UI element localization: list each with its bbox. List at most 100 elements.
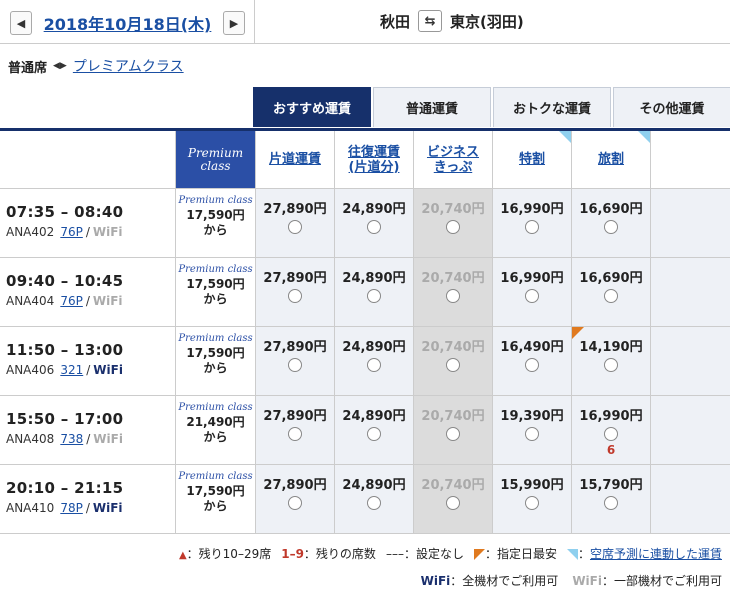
fare-radio[interactable] [288, 358, 302, 372]
header-fare-roundtrip[interactable]: 往復運賃 (片道分) [334, 131, 413, 188]
fare-cell[interactable]: 24,890円 [334, 396, 413, 464]
linked-fare-marker [559, 131, 571, 143]
aircraft-link[interactable]: 76P [60, 294, 83, 308]
fare-price: 24,890円 [342, 340, 406, 355]
fare-radio[interactable] [604, 496, 618, 510]
fare-radio[interactable] [367, 496, 381, 510]
premium-class-logo: Premium class [178, 402, 253, 413]
premium-fare-cell[interactable]: Premium class 17,590円 から [175, 258, 255, 326]
linked-fare-link[interactable]: 空席予測に連動した運賃 [590, 547, 722, 561]
fare-radio[interactable] [446, 220, 460, 234]
fare-radio[interactable] [446, 358, 460, 372]
prev-day-button[interactable]: ◀ [10, 11, 32, 35]
premium-price: 17,590円 [186, 346, 245, 360]
fare-radio[interactable] [367, 220, 381, 234]
fare-cell[interactable]: 20,740円 [413, 258, 492, 326]
wifi-icon: WiFi [92, 294, 123, 308]
row-spacer [650, 327, 730, 395]
fare-price: 16,690円 [579, 271, 643, 286]
header-fare-tabiwari[interactable]: 旅割 [571, 131, 650, 188]
fare-cell[interactable]: 24,890円 [334, 465, 413, 533]
flight-info: 07:35 – 08:40 ANA402 76P / WiFi [0, 189, 175, 257]
fare-radio[interactable] [525, 427, 539, 441]
fare-radio[interactable] [604, 427, 618, 441]
tab-normal[interactable]: 普通運賃 [373, 87, 491, 127]
premium-fare-cell[interactable]: Premium class 17,590円 から [175, 189, 255, 257]
fare-radio[interactable] [604, 220, 618, 234]
fare-cell[interactable]: 20,740円 [413, 396, 492, 464]
fare-table: Premium class 片道運賃 往復運賃 (片道分) ビジネス きっぷ 特割 … [0, 128, 730, 534]
premium-fare-cell[interactable]: Premium class 21,490円 から [175, 396, 255, 464]
fare-radio[interactable] [367, 358, 381, 372]
fare-radio[interactable] [288, 427, 302, 441]
fare-cell[interactable]: 16,990円 [492, 189, 571, 257]
fare-cell[interactable]: 20,740円 [413, 189, 492, 257]
special-day-marker [572, 327, 584, 339]
header-fare-business[interactable]: ビジネス きっぷ [413, 131, 492, 188]
fare-radio[interactable] [367, 427, 381, 441]
swap-route-button[interactable]: ⇆ [418, 10, 443, 32]
fare-radio[interactable] [288, 220, 302, 234]
fare-cell[interactable]: 16,990円 [492, 258, 571, 326]
fare-price: 27,890円 [263, 271, 327, 286]
next-day-button[interactable]: ▶ [223, 11, 245, 35]
fare-price: 24,890円 [342, 409, 406, 424]
fare-radio[interactable] [288, 289, 302, 303]
premium-fare-cell[interactable]: Premium class 17,590円 から [175, 465, 255, 533]
fare-radio[interactable] [367, 289, 381, 303]
divider [254, 0, 255, 44]
fare-price: 20,740円 [421, 271, 485, 286]
fare-cell[interactable]: 16,690円 [571, 258, 650, 326]
fare-cell[interactable]: 27,890円 [255, 189, 334, 257]
fare-cell[interactable]: 16,490円 [492, 327, 571, 395]
tab-recommended[interactable]: おすすめ運賃 [253, 87, 371, 127]
fare-cell[interactable]: 16,690円 [571, 189, 650, 257]
fare-radio[interactable] [525, 220, 539, 234]
premium-price: 17,590円 [186, 208, 245, 222]
row-spacer [650, 258, 730, 326]
fare-radio[interactable] [446, 427, 460, 441]
fare-cell[interactable]: 24,890円 [334, 327, 413, 395]
flight-row: 15:50 – 17:00 ANA408 738/WiFi Premium class… [0, 396, 730, 465]
flight-number: ANA404 [6, 294, 55, 308]
aircraft-link[interactable]: 738 [60, 432, 83, 446]
fare-cell[interactable]: 27,890円 [255, 258, 334, 326]
origin-airport: 秋田 [380, 12, 411, 31]
fare-cell[interactable]: 27,890円 [255, 327, 334, 395]
fare-radio[interactable] [525, 289, 539, 303]
fare-radio[interactable] [525, 358, 539, 372]
tab-discount[interactable]: おトクな運賃 [493, 87, 611, 127]
flight-date[interactable]: 2018年10月18日(木) [32, 11, 223, 35]
aircraft-link[interactable]: 76P [60, 225, 83, 239]
fare-radio[interactable] [525, 496, 539, 510]
fare-radio[interactable] [288, 496, 302, 510]
chevron-left-icon: ◀ [16, 16, 26, 30]
fare-cell[interactable]: 20,740円 [413, 465, 492, 533]
row-spacer [650, 465, 730, 533]
premium-class-link[interactable]: プレミアムクラス [73, 56, 184, 76]
fare-cell[interactable]: 24,890円 [334, 258, 413, 326]
header-flight [0, 131, 175, 188]
fare-cell[interactable]: 15,990円 [492, 465, 571, 533]
fare-cell[interactable]: 14,190円 [571, 327, 650, 395]
fare-cell[interactable]: 19,390円 [492, 396, 571, 464]
fare-price: 27,890円 [263, 478, 327, 493]
fare-radio[interactable] [604, 358, 618, 372]
header-fare-oneway[interactable]: 片道運賃 [255, 131, 334, 188]
premium-fare-cell[interactable]: Premium class 17,590円 から [175, 327, 255, 395]
fare-cell[interactable]: 24,890円 [334, 189, 413, 257]
fare-cell[interactable]: 27,890円 [255, 465, 334, 533]
fare-radio[interactable] [446, 289, 460, 303]
fare-radio[interactable] [604, 289, 618, 303]
fare-price: 19,390円 [500, 409, 564, 424]
header-fare-tokuwari[interactable]: 特割 [492, 131, 571, 188]
fare-cell[interactable]: 20,740円 [413, 327, 492, 395]
fare-radio[interactable] [446, 496, 460, 510]
fare-cell[interactable]: 27,890円 [255, 396, 334, 464]
fare-cell[interactable]: 15,790円 [571, 465, 650, 533]
premium-class-logo: Premium class [187, 145, 244, 173]
aircraft-link[interactable]: 321 [60, 363, 83, 377]
aircraft-link[interactable]: 78P [60, 501, 83, 515]
tab-other[interactable]: その他運賃 [613, 87, 730, 127]
fare-cell[interactable]: 16,990円 6 [571, 396, 650, 464]
